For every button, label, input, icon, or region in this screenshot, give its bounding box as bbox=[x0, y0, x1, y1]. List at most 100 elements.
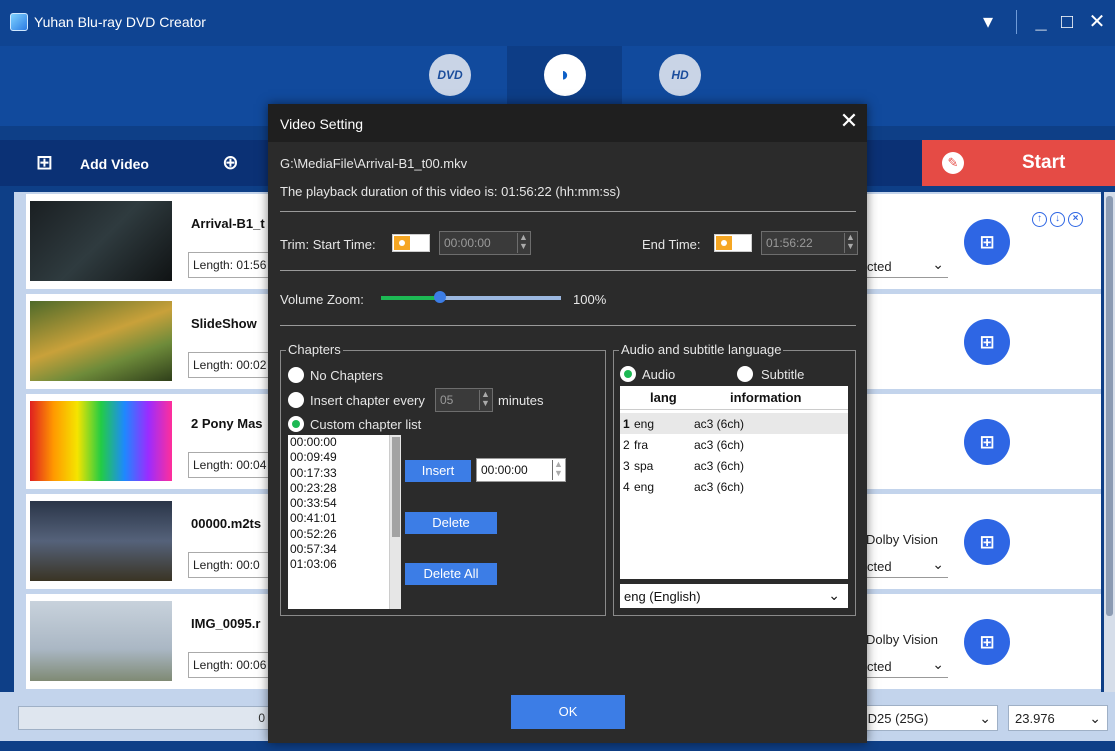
insert-time-input[interactable]: 00:00:00 ▲ ▼ bbox=[476, 458, 566, 482]
start-button[interactable]: ✎ Start bbox=[922, 140, 1115, 186]
video-edit-button[interactable]: ⊞ bbox=[964, 619, 1010, 665]
video-thumbnail bbox=[30, 501, 172, 581]
video-setting-dialog: Video Setting ✕ G:\MediaFile\Arrival-B1_… bbox=[268, 104, 867, 743]
chapter-list[interactable]: 00:00:00 00:09:49 00:17:33 00:23:28 00:3… bbox=[288, 435, 401, 609]
toggle-knob bbox=[716, 236, 732, 250]
list-scroll-thumb[interactable] bbox=[1106, 196, 1113, 616]
app-title: Yuhan Blu-ray DVD Creator bbox=[34, 14, 206, 30]
delete-chapter-button[interactable]: Delete bbox=[405, 512, 497, 534]
trim-start-toggle[interactable] bbox=[392, 234, 430, 252]
column-information: information bbox=[730, 390, 802, 405]
delete-all-chapters-button[interactable]: Delete All bbox=[405, 563, 497, 585]
app-logo-icon bbox=[10, 13, 28, 31]
close-window-button[interactable]: ✕ bbox=[1084, 8, 1110, 36]
video-edit-button[interactable]: ⊞ bbox=[964, 219, 1010, 265]
minutes-label: minutes bbox=[498, 393, 544, 408]
chevron-down-icon: ⌄ bbox=[979, 710, 991, 726]
video-path: G:\MediaFile\Arrival-B1_t00.mkv bbox=[280, 156, 468, 171]
video-edit-button[interactable]: ⊞ bbox=[964, 519, 1010, 565]
chevron-down-icon: ⌄ bbox=[1089, 710, 1101, 726]
list-item[interactable]: 00:17:33 bbox=[288, 466, 401, 481]
bluray-disc-icon: ◗ bbox=[544, 54, 586, 96]
add-video-icon[interactable]: ⊞ bbox=[36, 150, 60, 176]
disc-type-select[interactable]: BD25 (25G) ⌄ bbox=[852, 705, 998, 731]
video-title: SlideShow bbox=[191, 316, 257, 331]
video-hdr-info: Dolby Vision bbox=[866, 532, 939, 547]
end-time-toggle[interactable] bbox=[714, 234, 752, 252]
chapter-scroll-thumb[interactable] bbox=[392, 437, 400, 537]
video-length: Length: 00:0 bbox=[188, 552, 278, 578]
remove-icon[interactable]: × bbox=[1068, 212, 1083, 227]
list-item[interactable]: 01:03:06 bbox=[288, 557, 401, 572]
volume-label: Volume Zoom: bbox=[280, 292, 364, 307]
trim-start-input[interactable]: 00:00:00 ▲ ▼ bbox=[439, 231, 531, 255]
language-table[interactable]: lang information 1 eng ac3 (6ch) 2 fra a… bbox=[620, 386, 848, 579]
move-down-icon[interactable]: ↓ bbox=[1050, 212, 1065, 227]
list-item[interactable]: 00:52:26 bbox=[288, 527, 401, 542]
dialog-close-button[interactable]: ✕ bbox=[836, 108, 862, 136]
spin-arrows-icon[interactable]: ▲ ▼ bbox=[517, 233, 529, 253]
custom-chapter-radio[interactable] bbox=[288, 416, 304, 432]
end-time-input[interactable]: 01:56:22 ▲ ▼ bbox=[761, 231, 858, 255]
list-scrollbar[interactable] bbox=[1104, 192, 1115, 692]
fps-select[interactable]: 23.976 ⌄ bbox=[1008, 705, 1108, 731]
list-item[interactable]: 00:41:01 bbox=[288, 511, 401, 526]
edit-icon: ✎ bbox=[942, 152, 964, 174]
video-title: 2 Pony Mas bbox=[191, 416, 263, 431]
start-label: Start bbox=[1022, 152, 1066, 173]
move-up-icon[interactable]: ↑ bbox=[1032, 212, 1047, 227]
subtitle-radio[interactable] bbox=[737, 366, 753, 382]
list-item[interactable]: 00:09:49 bbox=[288, 450, 401, 465]
video-thumbnail bbox=[30, 301, 172, 381]
video-subtitle-select[interactable]: cted ⌄ bbox=[864, 254, 948, 278]
video-edit-button[interactable]: ⊞ bbox=[964, 319, 1010, 365]
chapter-list-scrollbar[interactable] bbox=[389, 435, 401, 609]
volume-slider-handle[interactable] bbox=[434, 291, 447, 303]
video-length: Length: 01:56 bbox=[188, 252, 278, 278]
ok-button[interactable]: OK bbox=[511, 695, 625, 729]
video-edit-button[interactable]: ⊞ bbox=[964, 419, 1010, 465]
no-chapters-radio[interactable] bbox=[288, 367, 304, 383]
table-row[interactable]: 1 eng ac3 (6ch) bbox=[620, 413, 848, 434]
video-hdr-info: Dolby Vision bbox=[866, 632, 939, 647]
volume-slider[interactable] bbox=[381, 291, 561, 303]
chapter-interval-input[interactable]: 05 ▲ ▼ bbox=[435, 388, 493, 412]
toggle-knob bbox=[394, 236, 410, 250]
table-row[interactable]: 2 fra ac3 (6ch) bbox=[620, 434, 848, 455]
no-chapters-label: No Chapters bbox=[310, 368, 383, 383]
uhd-disc-icon: HD bbox=[659, 54, 701, 96]
insert-chapter-button[interactable]: Insert bbox=[405, 460, 471, 482]
video-title: IMG_0095.r bbox=[191, 616, 261, 631]
spin-arrows-icon[interactable]: ▲ ▼ bbox=[479, 390, 491, 410]
video-title: Arrival-B1_t bbox=[191, 216, 265, 231]
list-item[interactable]: 00:57:34 bbox=[288, 542, 401, 557]
video-subtitle-select[interactable]: cted ⌄ bbox=[864, 654, 948, 678]
trim-start-label: Trim: Start Time: bbox=[280, 237, 376, 252]
add-photo-icon[interactable]: ⊕ bbox=[222, 150, 246, 176]
video-subtitle-select[interactable]: cted ⌄ bbox=[864, 554, 948, 578]
insert-every-radio[interactable] bbox=[288, 392, 304, 408]
video-length: Length: 00:04 bbox=[188, 452, 278, 478]
title-separator bbox=[1016, 10, 1017, 34]
list-item[interactable]: 00:00:00 bbox=[288, 435, 401, 450]
audio-label: Audio bbox=[642, 367, 676, 382]
audio-radio[interactable] bbox=[620, 366, 636, 382]
list-item[interactable]: 00:33:54 bbox=[288, 496, 401, 511]
video-length: Length: 00:02 bbox=[188, 352, 278, 378]
audio-subtitle-legend: Audio and subtitle language bbox=[619, 342, 784, 357]
list-item[interactable]: 00:23:28 bbox=[288, 481, 401, 496]
divider bbox=[280, 270, 856, 271]
menu-dropdown-icon[interactable]: ▾ bbox=[975, 8, 1001, 36]
end-time-label: End Time: bbox=[642, 237, 701, 252]
spin-arrows-icon[interactable]: ▲ ▼ bbox=[552, 460, 564, 480]
add-video-button[interactable]: Add Video bbox=[80, 156, 149, 172]
table-row[interactable]: 4 eng ac3 (6ch) bbox=[620, 476, 848, 497]
table-row[interactable]: 3 spa ac3 (6ch) bbox=[620, 455, 848, 476]
minimize-button[interactable]: _ bbox=[1028, 8, 1054, 36]
custom-chapter-label: Custom chapter list bbox=[310, 417, 422, 432]
language-select[interactable]: eng (English) ⌄ bbox=[620, 584, 848, 608]
column-lang: lang bbox=[650, 390, 677, 405]
maximize-button[interactable]: □ bbox=[1054, 8, 1080, 36]
table-header: lang information bbox=[620, 386, 848, 410]
spin-arrows-icon[interactable]: ▲ ▼ bbox=[844, 233, 856, 253]
